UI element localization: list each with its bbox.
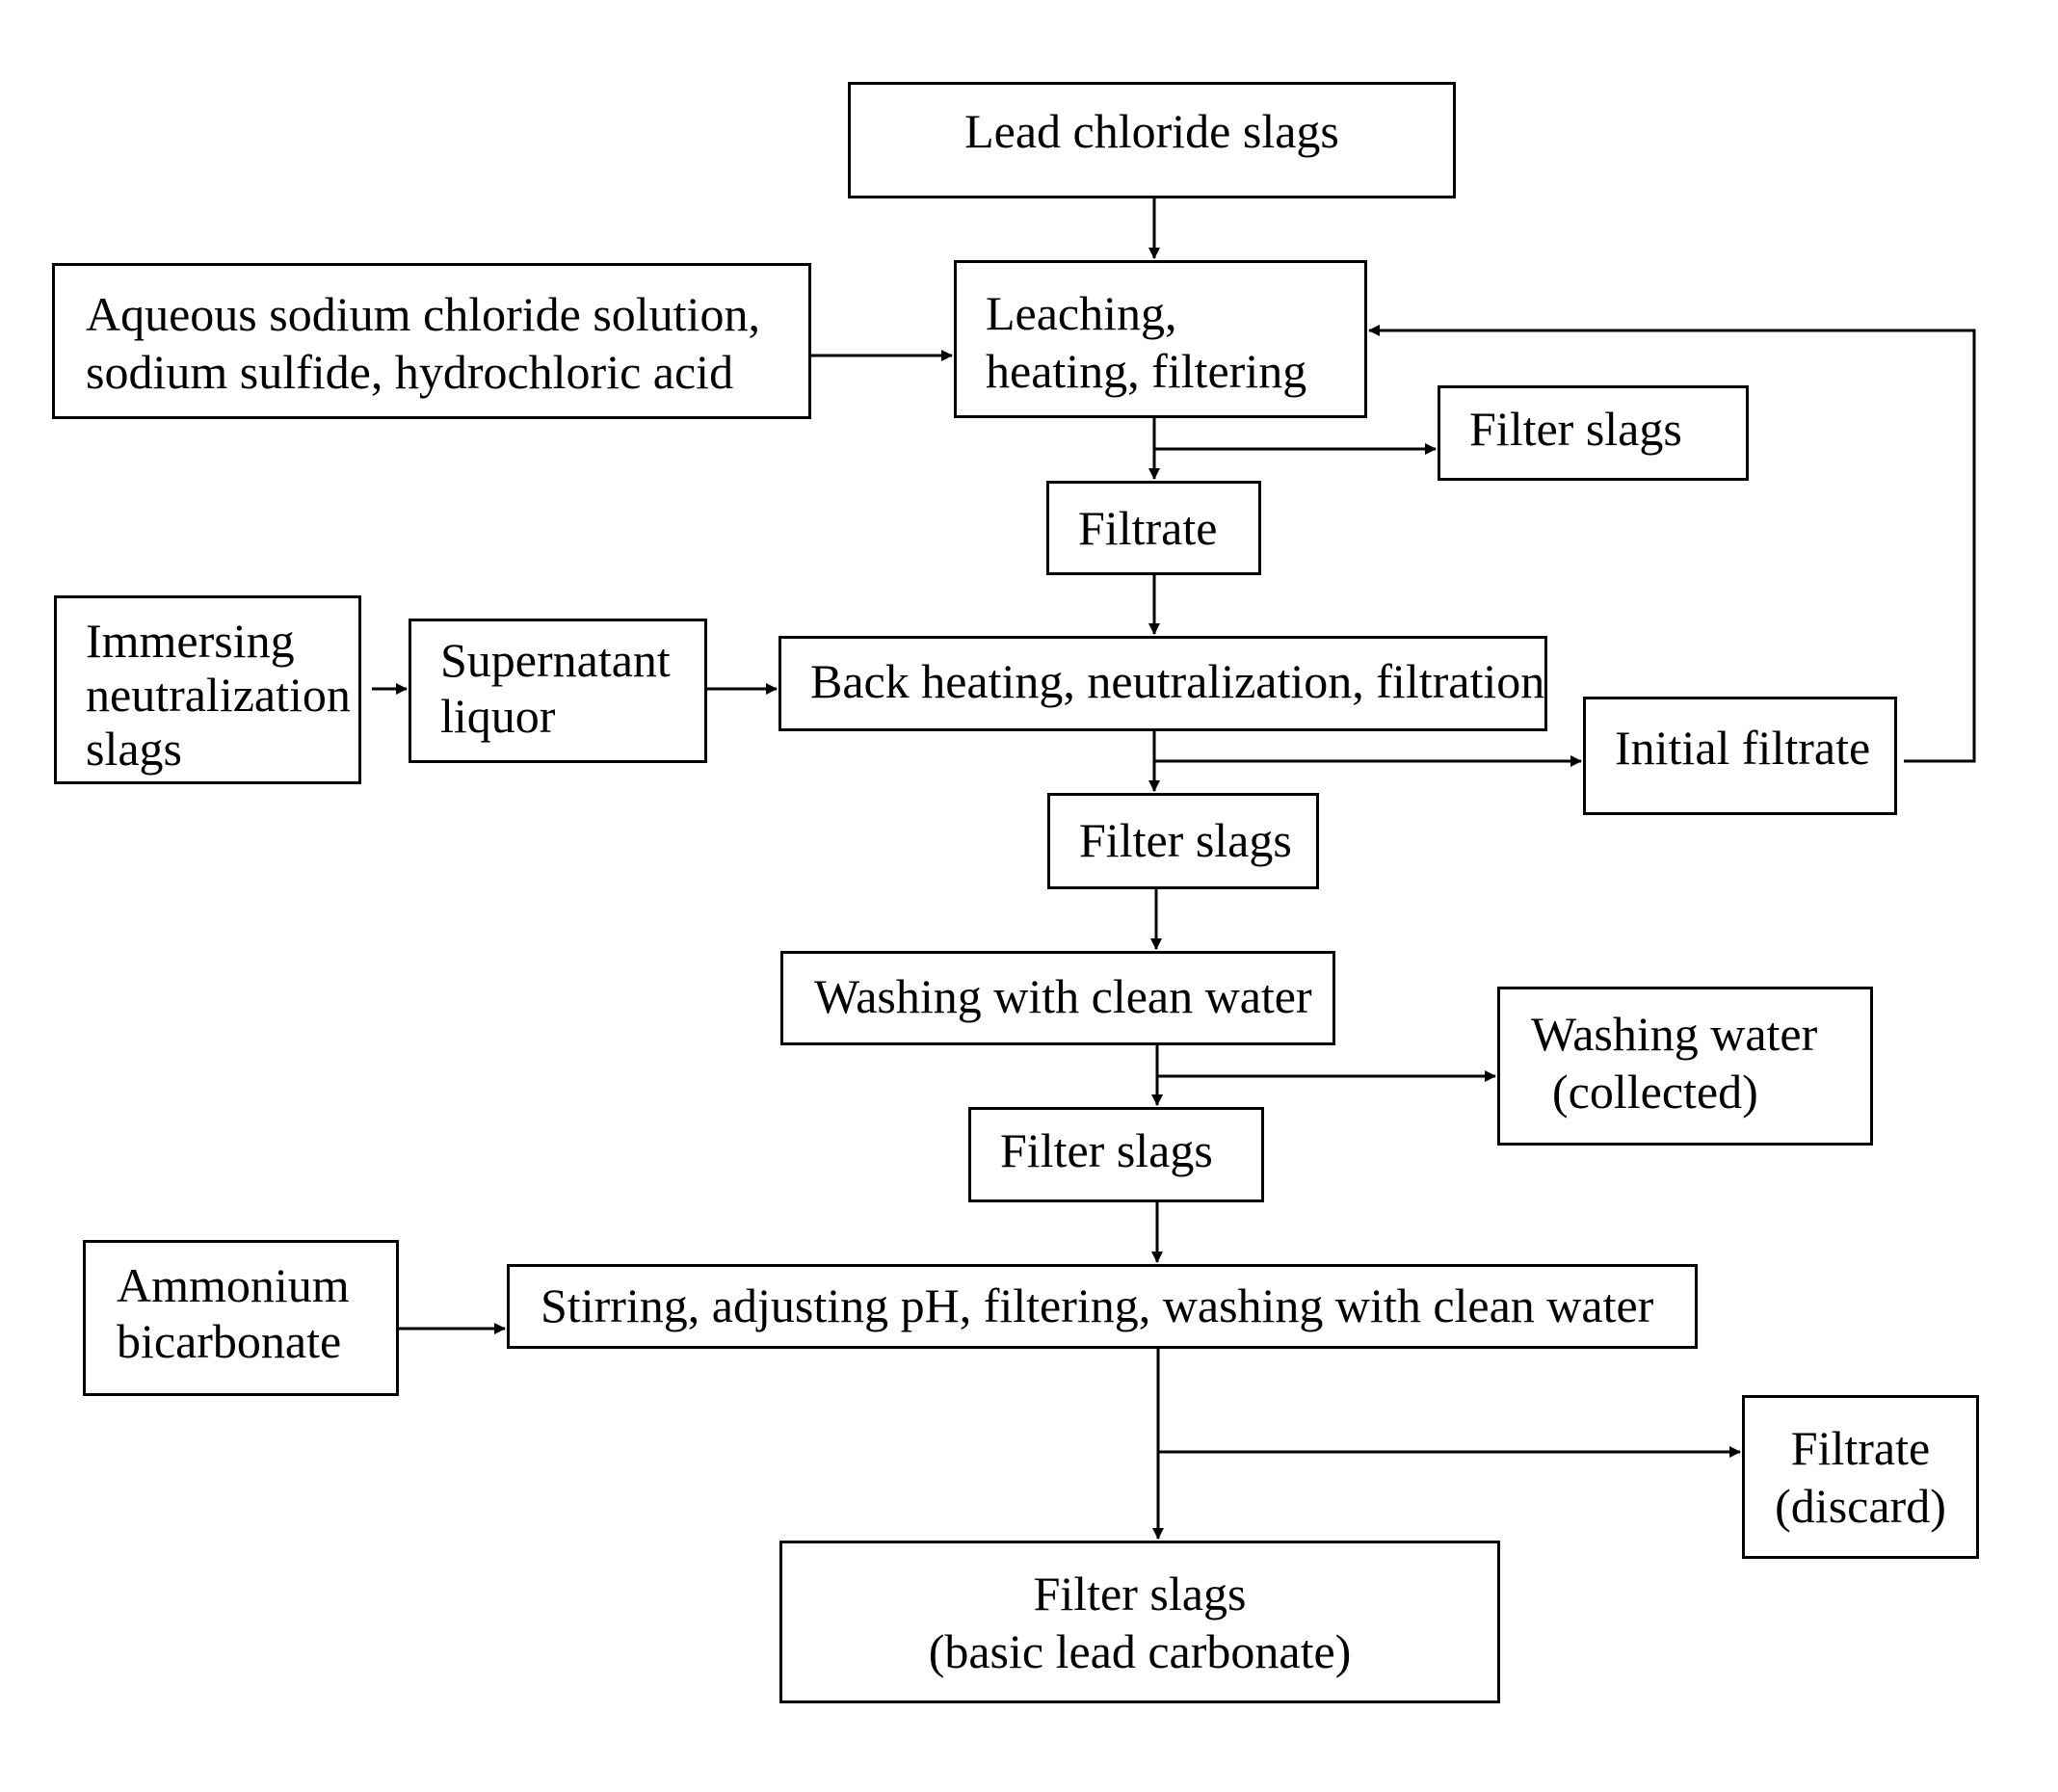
node-label-line-1: Ammonium xyxy=(117,1258,350,1312)
node-immersing-neutralization-slags: Immersing neutralization slags xyxy=(54,595,361,784)
node-label-line-2: liquor xyxy=(440,689,556,743)
node-label: Stirring, adjusting pH, filtering, washi… xyxy=(541,1278,1654,1332)
node-label: Back heating, neutralization, filtration xyxy=(810,654,1545,708)
node-label: Filter slags xyxy=(1469,402,1682,456)
node-label-line-1: Filter slags xyxy=(1033,1566,1247,1621)
node-label-line-2: (collected) xyxy=(1552,1065,1758,1119)
node-filter-slags-3: Filter slags xyxy=(968,1107,1264,1202)
node-reagents: Aqueous sodium chloride solution, sodium… xyxy=(52,263,811,419)
node-label-line-2: heating, filtering xyxy=(986,344,1307,398)
node-label-line-1: Leaching, xyxy=(986,286,1177,340)
node-filtrate: Filtrate xyxy=(1046,481,1261,575)
node-label: Filter slags xyxy=(1000,1123,1213,1177)
node-filter-slags-1: Filter slags xyxy=(1438,385,1749,481)
node-label-line-1: Washing water xyxy=(1531,1007,1818,1061)
node-supernatant-liquor: Supernatant liquor xyxy=(409,619,707,763)
node-ammonium-bicarbonate: Ammonium bicarbonate xyxy=(83,1240,399,1396)
node-label-line-2: (discard) xyxy=(1775,1479,1946,1533)
node-stirring: Stirring, adjusting pH, filtering, washi… xyxy=(507,1264,1698,1349)
node-label: Lead chloride slags xyxy=(964,103,1339,158)
node-filter-slags-2: Filter slags xyxy=(1047,793,1319,889)
node-label-line-1: Filtrate xyxy=(1790,1421,1931,1475)
node-label-line-1: Aqueous sodium chloride solution, xyxy=(86,287,760,341)
node-label-line-1: Supernatant xyxy=(440,633,671,687)
node-final-product: Filter slags (basic lead carbonate) xyxy=(779,1541,1500,1703)
node-label-line-2: (basic lead carbonate) xyxy=(928,1623,1352,1678)
node-label: Filter slags xyxy=(1079,813,1292,867)
node-leaching: Leaching, heating, filtering xyxy=(954,260,1367,418)
node-initial-filtrate: Initial filtrate xyxy=(1583,697,1897,815)
node-label: Filtrate xyxy=(1078,501,1218,555)
node-washing-water-collected: Washing water (collected) xyxy=(1497,987,1873,1146)
node-label: Washing with clean water xyxy=(814,969,1312,1023)
node-lead-chloride-slags: Lead chloride slags xyxy=(848,82,1456,198)
node-label-line-1: Immersing xyxy=(86,614,295,668)
node-label-line-2: neutralization xyxy=(86,668,351,722)
node-label-line-2: sodium sulfide, hydrochloric acid xyxy=(86,345,734,399)
node-back-heating: Back heating, neutralization, filtration xyxy=(778,636,1547,731)
node-washing-with-clean-water: Washing with clean water xyxy=(780,951,1335,1045)
node-label-line-2: bicarbonate xyxy=(117,1314,342,1368)
node-label-line-3: slags xyxy=(86,722,182,776)
node-label: Initial filtrate xyxy=(1615,721,1871,775)
node-filtrate-discard: Filtrate (discard) xyxy=(1742,1395,1979,1559)
